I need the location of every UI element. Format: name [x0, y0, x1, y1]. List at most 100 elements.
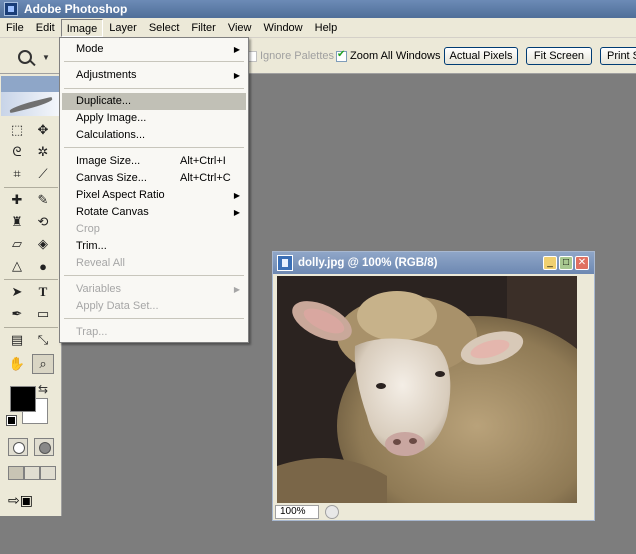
chevron-down-icon: ▼ [42, 52, 50, 62]
menu-separator [64, 275, 244, 276]
menu-item-trap[interactable]: Trap... [62, 324, 246, 341]
zoom-all-windows-option[interactable]: Zoom All Windows [336, 49, 441, 62]
menu-window[interactable]: Window [258, 19, 309, 37]
image-canvas[interactable] [277, 276, 577, 503]
toolbox-separator [4, 279, 58, 280]
menu-item-label: Crop [76, 223, 100, 235]
menu-item-label: Duplicate... [76, 95, 132, 107]
actual-pixels-button[interactable]: Actual Pixels [444, 47, 518, 65]
fit-screen-button[interactable]: Fit Screen [526, 47, 592, 65]
brush-tool-icon[interactable]: ✎ [32, 190, 54, 210]
menu-item-crop[interactable]: Crop [62, 221, 246, 238]
menu-view[interactable]: View [222, 19, 258, 37]
standard-mode-button[interactable] [8, 438, 28, 456]
menu-item-label: Trap... [76, 326, 108, 338]
menu-separator [64, 318, 244, 319]
menu-item-label: Adjustments [76, 69, 137, 81]
zoom-all-windows-checkbox[interactable] [336, 49, 347, 62]
tool-preset-picker[interactable]: ▼ [18, 47, 58, 67]
move-tool-icon[interactable]: ✥ [32, 120, 54, 140]
close-button[interactable]: ✕ [575, 256, 589, 270]
menu-item-label: Calculations... [76, 129, 146, 141]
menu-item-label: Variables [76, 283, 122, 295]
magic-wand-tool-icon[interactable]: ✲ [32, 142, 54, 162]
menu-item-image-size[interactable]: Image Size... Alt+Ctrl+I [62, 153, 246, 170]
toolbox-separator [4, 187, 58, 188]
menu-filter[interactable]: Filter [185, 19, 221, 37]
jump-to-imageready-icon[interactable]: ⇨▣ [8, 492, 52, 510]
adobe-feather-logo[interactable] [1, 92, 61, 116]
menu-item-label: Canvas Size... [76, 172, 147, 184]
menu-item-canvas-size[interactable]: Canvas Size... Alt+Ctrl+C [62, 170, 246, 187]
marquee-tool-icon[interactable]: ⬚ [6, 120, 28, 140]
menu-item-calculations[interactable]: Calculations... [62, 127, 246, 144]
rectangle-tool-icon[interactable]: ▭ [32, 304, 54, 324]
ignore-palettes-label: Ignore Palettes [260, 50, 334, 62]
vertical-scrollbar[interactable] [578, 276, 593, 503]
zoom-tool-icon [18, 50, 32, 64]
menu-item-label: Apply Image... [76, 112, 147, 124]
eraser-tool-icon[interactable]: ▱ [6, 234, 28, 254]
menu-item-adjustments[interactable]: Adjustments ▶ [62, 67, 246, 84]
toolbox-header[interactable] [1, 76, 61, 92]
zoom-tool-button[interactable]: ⌕ [32, 354, 54, 374]
menu-bar: File Edit Image Layer Select Filter View… [0, 18, 636, 38]
menu-item-shortcut: Alt+Ctrl+C [180, 172, 231, 184]
app-title-bar: Adobe Photoshop [0, 0, 636, 18]
sheep-photo [277, 276, 577, 503]
dodge-tool-icon[interactable]: ● [32, 256, 54, 276]
type-tool-icon[interactable]: T [32, 282, 54, 302]
print-size-button[interactable]: Print S [600, 47, 636, 65]
full-screen-menu-mode-button[interactable] [24, 466, 40, 480]
menu-file[interactable]: File [0, 19, 30, 37]
menu-edit[interactable]: Edit [30, 19, 61, 37]
document-window: dolly.jpg @ 100% (RGB/8) _ □ ✕ 100% [272, 251, 595, 521]
full-screen-mode-button[interactable] [40, 466, 56, 480]
zoom-level-field[interactable]: 100% [275, 505, 319, 519]
quick-mask-mode-button[interactable] [34, 438, 54, 456]
menu-item-apply-data-set[interactable]: Apply Data Set... [62, 298, 246, 315]
crop-tool-icon[interactable]: ⌗ [6, 164, 28, 184]
menu-item-variables[interactable]: Variables ▶ [62, 281, 246, 298]
menu-layer[interactable]: Layer [103, 19, 143, 37]
history-brush-tool-icon[interactable]: ⟲ [32, 212, 54, 232]
paint-bucket-tool-icon[interactable]: ◈ [32, 234, 54, 254]
foreground-color-swatch[interactable] [10, 386, 36, 412]
zoom-all-windows-label: Zoom All Windows [350, 50, 441, 62]
menu-item-mode[interactable]: Mode ▶ [62, 41, 246, 58]
menu-separator [64, 61, 244, 62]
menu-item-reveal-all[interactable]: Reveal All [62, 255, 246, 272]
eyedropper-tool-icon[interactable]: ⤡ [32, 330, 54, 350]
minimize-button[interactable]: _ [543, 256, 557, 270]
slice-tool-icon[interactable]: ⟋ [32, 164, 54, 184]
maximize-button[interactable]: □ [559, 256, 573, 270]
menu-item-pixel-aspect-ratio[interactable]: Pixel Aspect Ratio ▶ [62, 187, 246, 204]
submenu-arrow-icon: ▶ [233, 191, 240, 200]
lasso-tool-icon[interactable]: ᘓ [6, 142, 28, 162]
menu-item-rotate-canvas[interactable]: Rotate Canvas ▶ [62, 204, 246, 221]
standard-screen-mode-button[interactable] [8, 466, 24, 480]
menu-item-label: Rotate Canvas [76, 206, 149, 218]
menu-item-apply-image[interactable]: Apply Image... [62, 110, 246, 127]
menu-item-trim[interactable]: Trim... [62, 238, 246, 255]
menu-separator [64, 88, 244, 89]
menu-item-shortcut: Alt+Ctrl+I [180, 155, 226, 167]
default-colors-icon[interactable] [6, 415, 17, 426]
healing-brush-tool-icon[interactable]: ✚ [6, 190, 28, 210]
hand-tool-icon[interactable]: ✋ [6, 354, 28, 374]
submenu-arrow-icon: ▶ [233, 45, 240, 54]
swap-colors-icon[interactable]: ⇆ [38, 382, 48, 396]
menu-help[interactable]: Help [309, 19, 344, 37]
menu-item-label: Reveal All [76, 257, 125, 269]
menu-image[interactable]: Image [60, 18, 104, 37]
status-info-icon[interactable] [325, 505, 339, 519]
photoshop-icon [4, 2, 18, 16]
path-selection-tool-icon[interactable]: ➤ [6, 282, 28, 302]
menu-item-duplicate[interactable]: Duplicate... [62, 93, 246, 110]
blur-tool-icon[interactable]: △ [6, 256, 28, 276]
menu-select[interactable]: Select [143, 19, 186, 37]
clone-stamp-tool-icon[interactable]: ♜ [6, 212, 28, 232]
pen-tool-icon[interactable]: ✒ [6, 304, 28, 324]
notes-tool-icon[interactable]: ▤ [6, 330, 28, 350]
ignore-palettes-option[interactable]: Ignore Palettes [246, 50, 334, 62]
